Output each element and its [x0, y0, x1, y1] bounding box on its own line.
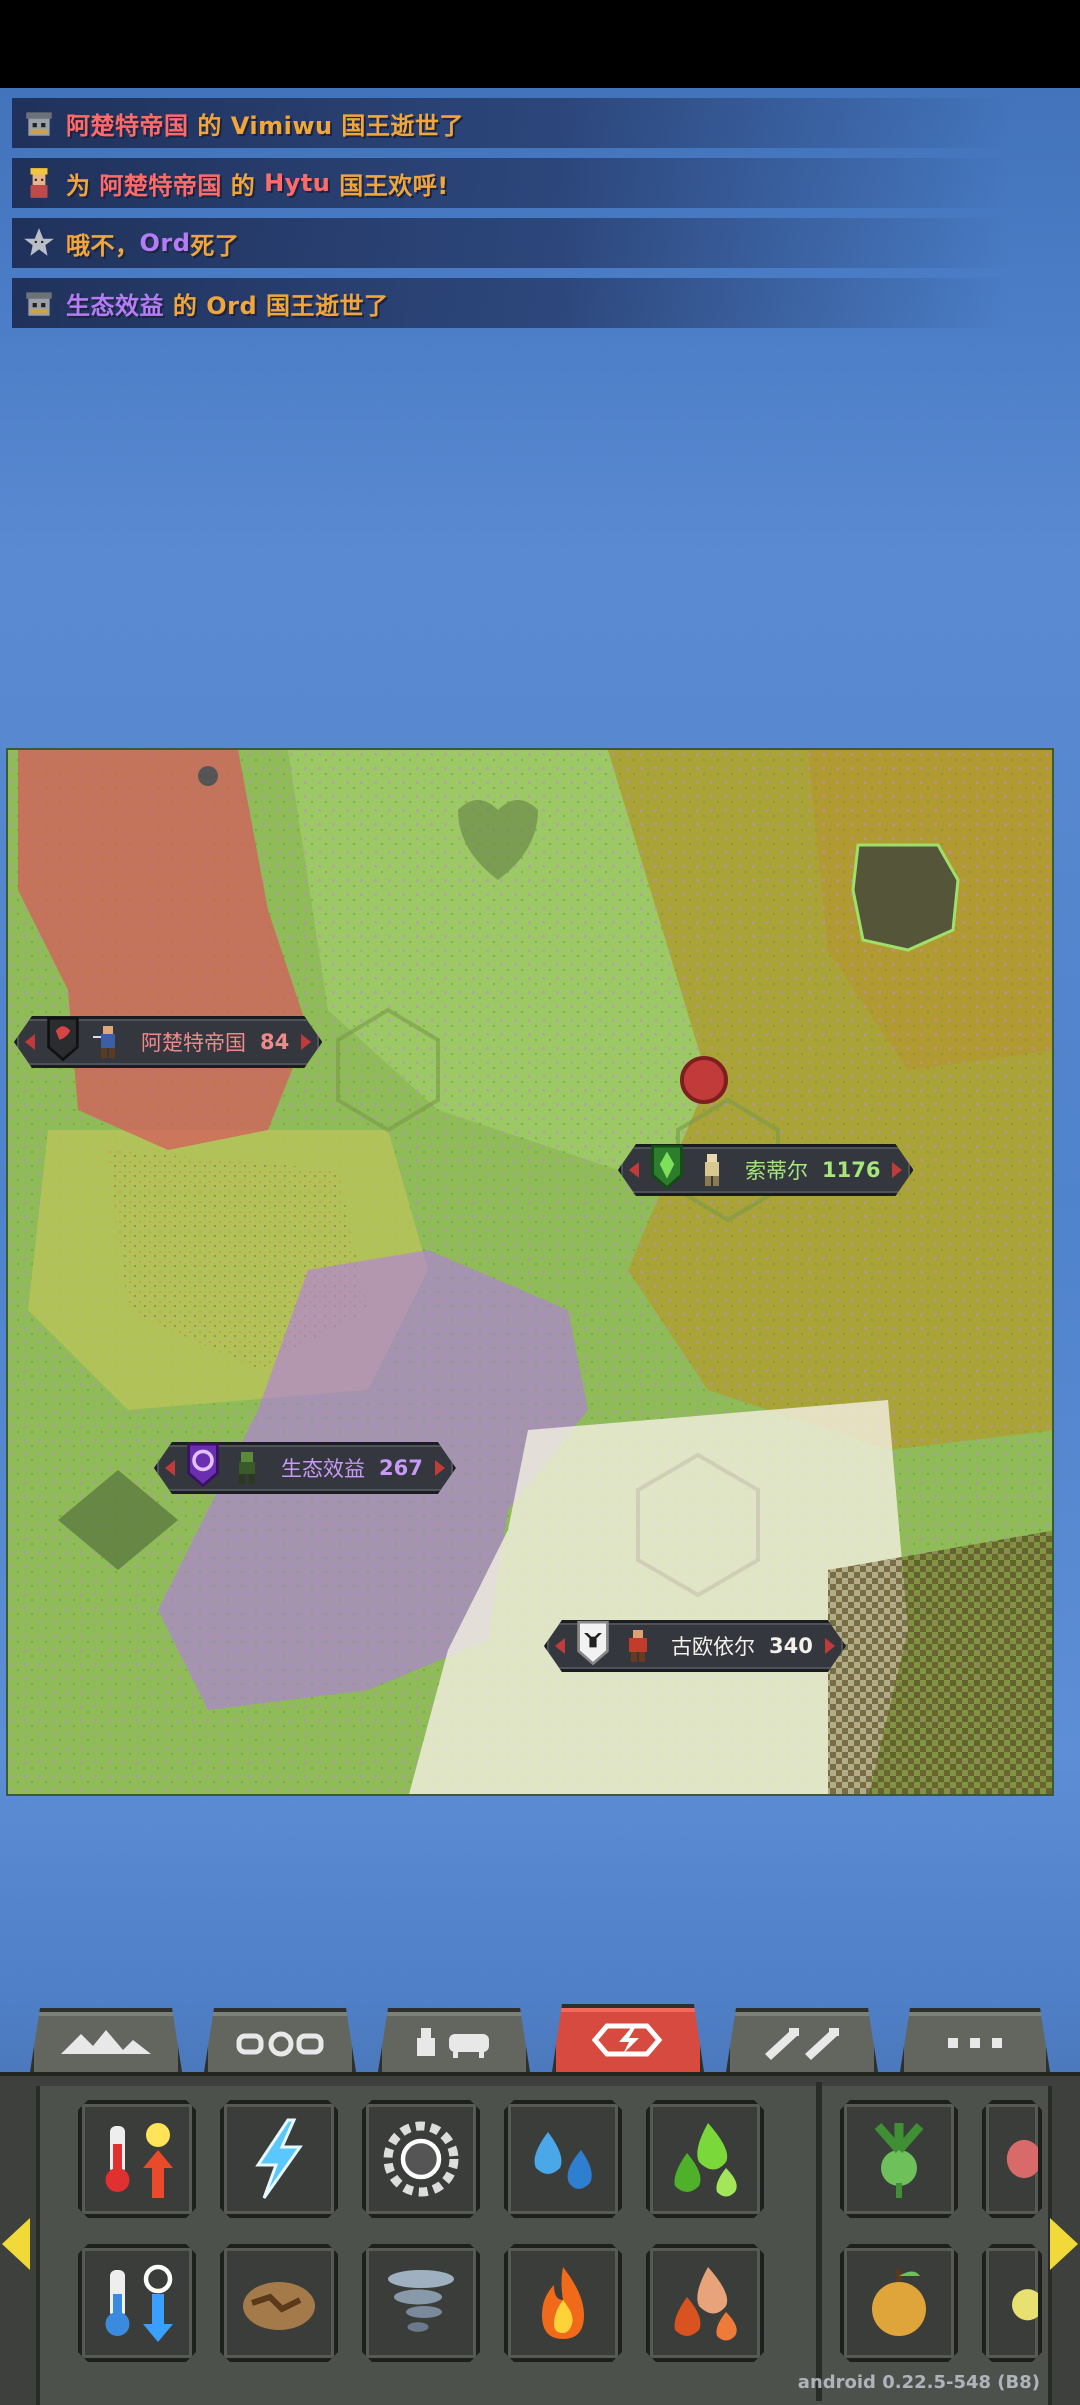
map-terrain — [8, 750, 1052, 1794]
king-unit-icon — [231, 1450, 263, 1486]
power-tornado[interactable] — [362, 2244, 480, 2362]
power-fruit[interactable] — [982, 2244, 1042, 2362]
tab-tools[interactable] — [726, 2008, 878, 2072]
tab-more[interactable] — [900, 2008, 1050, 2072]
power-water-drops[interactable] — [504, 2100, 622, 2218]
power-lava-drops[interactable] — [646, 2244, 764, 2362]
kingdom-banner-guouyier[interactable]: 古欧依尔 340 — [544, 1620, 846, 1672]
skull-crown-icon — [22, 106, 56, 140]
earthquake-icon — [234, 2258, 324, 2348]
tornado-icon — [376, 2258, 466, 2348]
power-fire[interactable] — [504, 2244, 622, 2362]
power-seed-plant[interactable] — [840, 2100, 958, 2218]
kingdom-name: 生态效益 — [281, 1457, 365, 1481]
banner-left-arrow-icon — [555, 1638, 565, 1654]
panel-separator — [816, 2082, 822, 2401]
event-part: Hytu — [264, 169, 331, 197]
event-log: 阿楚特帝国 的 Vimiwu 国王逝世了 为 阿楚特帝国 的 Hytu 国王欢呼… — [12, 98, 1012, 338]
tab-terrain[interactable] — [30, 2008, 182, 2072]
kingdom-population: 1176 — [822, 1158, 881, 1182]
mountains-icon — [51, 2022, 161, 2062]
rain-cloud-icon — [376, 2114, 466, 2204]
fire-icon — [518, 2258, 608, 2348]
kingdom-name: 古欧依尔 — [671, 1635, 755, 1659]
scroll-right-arrow-icon[interactable] — [1050, 2218, 1078, 2270]
green-leaf-emblem-icon — [647, 1139, 687, 1193]
power-fruit-bush[interactable] — [840, 2244, 958, 2362]
status-bar — [0, 0, 1080, 88]
lightning-swap-icon — [573, 2020, 683, 2060]
tab-creatures[interactable] — [378, 2008, 530, 2072]
skull-star-icon — [22, 226, 56, 260]
power-cool-down[interactable] — [78, 2244, 196, 2362]
event-part: 阿楚特帝国 — [66, 111, 189, 140]
event-part: 哦不， — [66, 231, 140, 260]
lightning-icon — [234, 2114, 324, 2204]
heat-up-icon — [92, 2114, 182, 2204]
power-rain-cloud[interactable] — [362, 2100, 480, 2218]
power-heat-up[interactable] — [78, 2100, 196, 2218]
cool-down-icon — [92, 2258, 182, 2348]
event-note-2[interactable]: 为 阿楚特帝国 的 Hytu 国王欢呼! — [12, 158, 1012, 208]
power-lightning[interactable] — [220, 2100, 338, 2218]
power-category-tabs — [0, 2004, 1080, 2074]
king-unit-icon — [91, 1024, 123, 1060]
water-drops-icon — [518, 2114, 608, 2204]
kingdom-banner-achute[interactable]: 阿楚特帝国 84 — [14, 1016, 322, 1068]
banner-right-arrow-icon — [301, 1034, 311, 1050]
kingdom-name: 阿楚特帝国 — [141, 1031, 246, 1055]
red-wolf-emblem-icon — [43, 1011, 83, 1065]
kingdom-population: 340 — [769, 1634, 813, 1658]
gears-icon — [225, 2022, 335, 2062]
event-part: 死了 — [190, 231, 240, 260]
event-note-1[interactable]: 阿楚特帝国 的 Vimiwu 国王逝世了 — [12, 98, 1012, 148]
version-label: android 0.22.5-548 (B8) — [797, 2372, 1040, 2393]
event-part: 的 — [221, 171, 265, 200]
power-earthquake[interactable] — [220, 2244, 338, 2362]
event-part: 的 Vimiwu 国王逝世了 — [188, 111, 464, 140]
seed-plant-icon — [854, 2114, 944, 2204]
world-map[interactable]: 阿楚特帝国 84 索蒂尔 1176 生态效益 267 古欧依尔 340 — [6, 748, 1054, 1796]
white-ox-emblem-icon — [573, 1615, 613, 1669]
kingdom-banner-shengtai[interactable]: 生态效益 267 — [154, 1442, 456, 1494]
kingdom-banner-suodier[interactable]: 索蒂尔 1176 — [618, 1144, 913, 1196]
king-unit-icon — [621, 1628, 653, 1664]
banner-left-arrow-icon — [165, 1460, 175, 1476]
more-icon — [920, 2022, 1030, 2062]
banner-right-arrow-icon — [892, 1162, 902, 1178]
event-part: 为 — [66, 171, 100, 200]
fruit-icon — [986, 2258, 1038, 2348]
lava-drops-icon — [660, 2258, 750, 2348]
power-meat-drop[interactable] — [982, 2100, 1042, 2218]
kingdom-population: 267 — [379, 1456, 423, 1480]
event-note-3[interactable]: 哦不， Ord 死了 — [12, 218, 1012, 268]
creatures-icon — [399, 2022, 509, 2062]
king-unit-icon — [695, 1152, 727, 1188]
skull-crown-icon — [22, 286, 56, 320]
event-part: Ord — [139, 229, 191, 257]
meat-drop-icon — [986, 2114, 1038, 2204]
acid-drops-icon — [660, 2114, 750, 2204]
tab-kingdoms[interactable] — [204, 2008, 356, 2072]
purple-swirl-emblem-icon — [183, 1437, 223, 1491]
power-acid-drops[interactable] — [646, 2100, 764, 2218]
king-icon — [22, 166, 56, 200]
tab-powers[interactable] — [552, 2004, 704, 2072]
event-part: 阿楚特帝国 — [99, 171, 222, 200]
banner-left-arrow-icon — [629, 1162, 639, 1178]
kingdom-name: 索蒂尔 — [745, 1159, 808, 1183]
banner-right-arrow-icon — [435, 1460, 445, 1476]
banner-right-arrow-icon — [825, 1638, 835, 1654]
banner-left-arrow-icon — [25, 1034, 35, 1050]
event-part: 的 Ord 国王逝世了 — [164, 291, 389, 320]
kingdom-population: 84 — [260, 1030, 290, 1054]
scroll-left-arrow-icon[interactable] — [2, 2218, 30, 2270]
event-note-4[interactable]: 生态效益 的 Ord 国王逝世了 — [12, 278, 1012, 328]
fruit-bush-icon — [854, 2258, 944, 2348]
event-part: 国王欢呼! — [330, 171, 449, 200]
tools-icon — [747, 2022, 857, 2062]
event-part: 生态效益 — [66, 291, 164, 320]
